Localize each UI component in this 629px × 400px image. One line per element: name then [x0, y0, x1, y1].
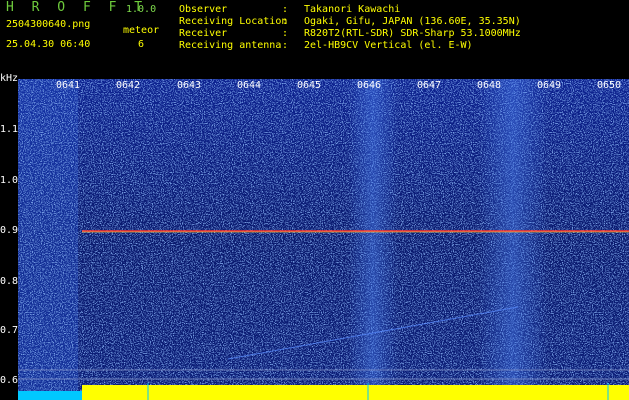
- y-tick-label: 0.6: [0, 375, 19, 386]
- location-label: Receiving Location: [179, 16, 288, 27]
- receiver-label: Receiver: [179, 28, 228, 39]
- spectrogram-canvas: [18, 79, 629, 400]
- meteor-count: 6: [138, 39, 145, 50]
- noise-band-right: [478, 79, 548, 400]
- x-tick-label: 0641: [56, 80, 81, 91]
- app-version: 1.0.0: [126, 4, 157, 15]
- timestamp: 25.04.30 06:40: [6, 39, 91, 50]
- y-tick-label: 0.9: [0, 225, 19, 236]
- y-axis-unit: kHz: [0, 73, 19, 84]
- x-tick-label: 0647: [417, 80, 442, 91]
- x-tick-label: 0644: [237, 80, 262, 91]
- y-tick-label: 1.0: [0, 175, 19, 186]
- receiver-separator: :: [282, 28, 289, 39]
- y-tick-label: 0.8: [0, 276, 19, 287]
- receiver-value: R820T2(RTL-SDR) SDR-Sharp 53.1000MHz: [304, 28, 521, 39]
- signal-baseline-cyan: [18, 391, 82, 400]
- y-tick-label: 0.7: [0, 325, 19, 336]
- x-tick-label: 0648: [477, 80, 502, 91]
- antenna-value: 2el-HB9CV Vertical (el. E-W): [304, 40, 473, 51]
- observer-separator: :: [282, 4, 289, 15]
- observer-label: Observer: [179, 4, 228, 15]
- x-tick-label: 0646: [357, 80, 382, 91]
- meteor-label: meteor: [123, 25, 160, 36]
- x-tick-label: 0645: [297, 80, 322, 91]
- file-name: 2504300640.png: [6, 19, 91, 30]
- x-tick-label: 0650: [597, 80, 622, 91]
- x-tick-label: 0649: [537, 80, 562, 91]
- signal-baseline-bar: [82, 385, 629, 400]
- x-tick-label: 0642: [116, 80, 141, 91]
- location-separator: :: [282, 16, 289, 27]
- y-tick-label: 1.1: [0, 124, 19, 135]
- antenna-label: Receiving antenna: [179, 40, 282, 51]
- noise-band-left: [348, 79, 398, 400]
- header-panel: H R O F F T 1.0.0 2504300640.png meteor …: [0, 0, 629, 75]
- observer-value: Takanori Kawachi: [304, 4, 401, 15]
- x-tick-label: 0643: [177, 80, 202, 91]
- spectrogram-waterfall: [18, 79, 629, 400]
- antenna-separator: :: [282, 40, 289, 51]
- location-value: Ogaki, Gifu, JAPAN (136.60E, 35.35N): [304, 16, 521, 27]
